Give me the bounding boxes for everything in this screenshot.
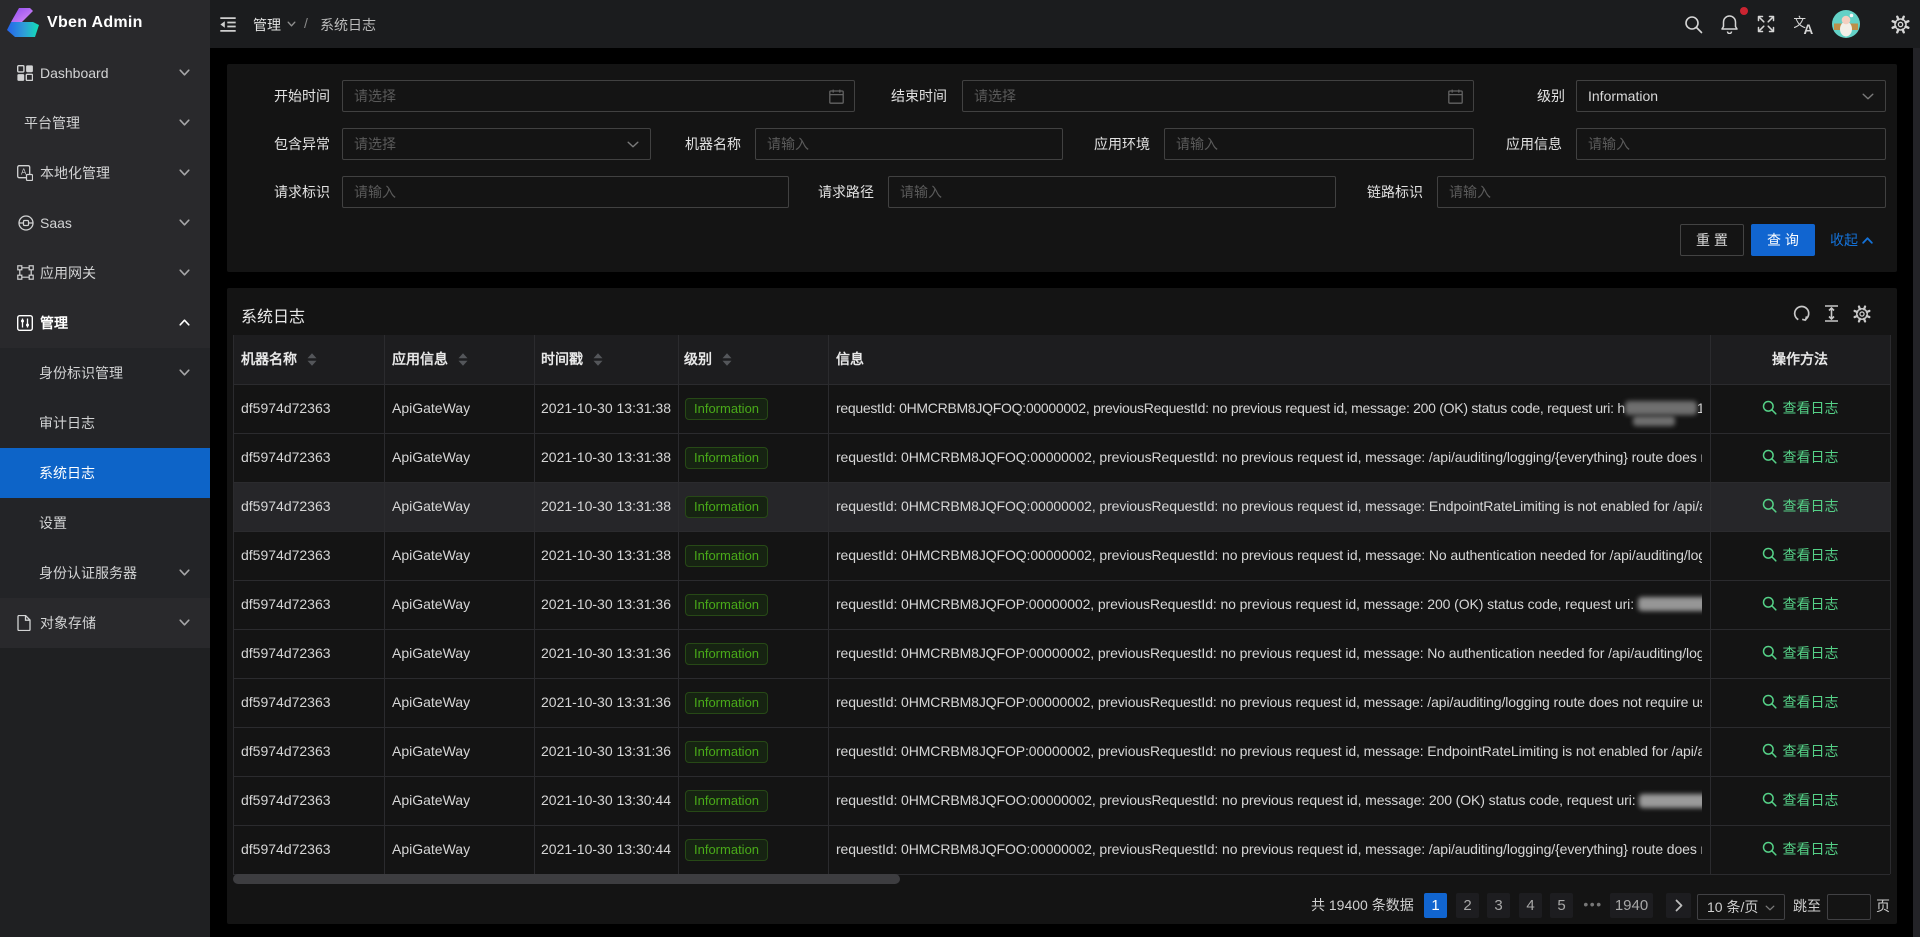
svg-text:A: A [1804, 22, 1814, 35]
